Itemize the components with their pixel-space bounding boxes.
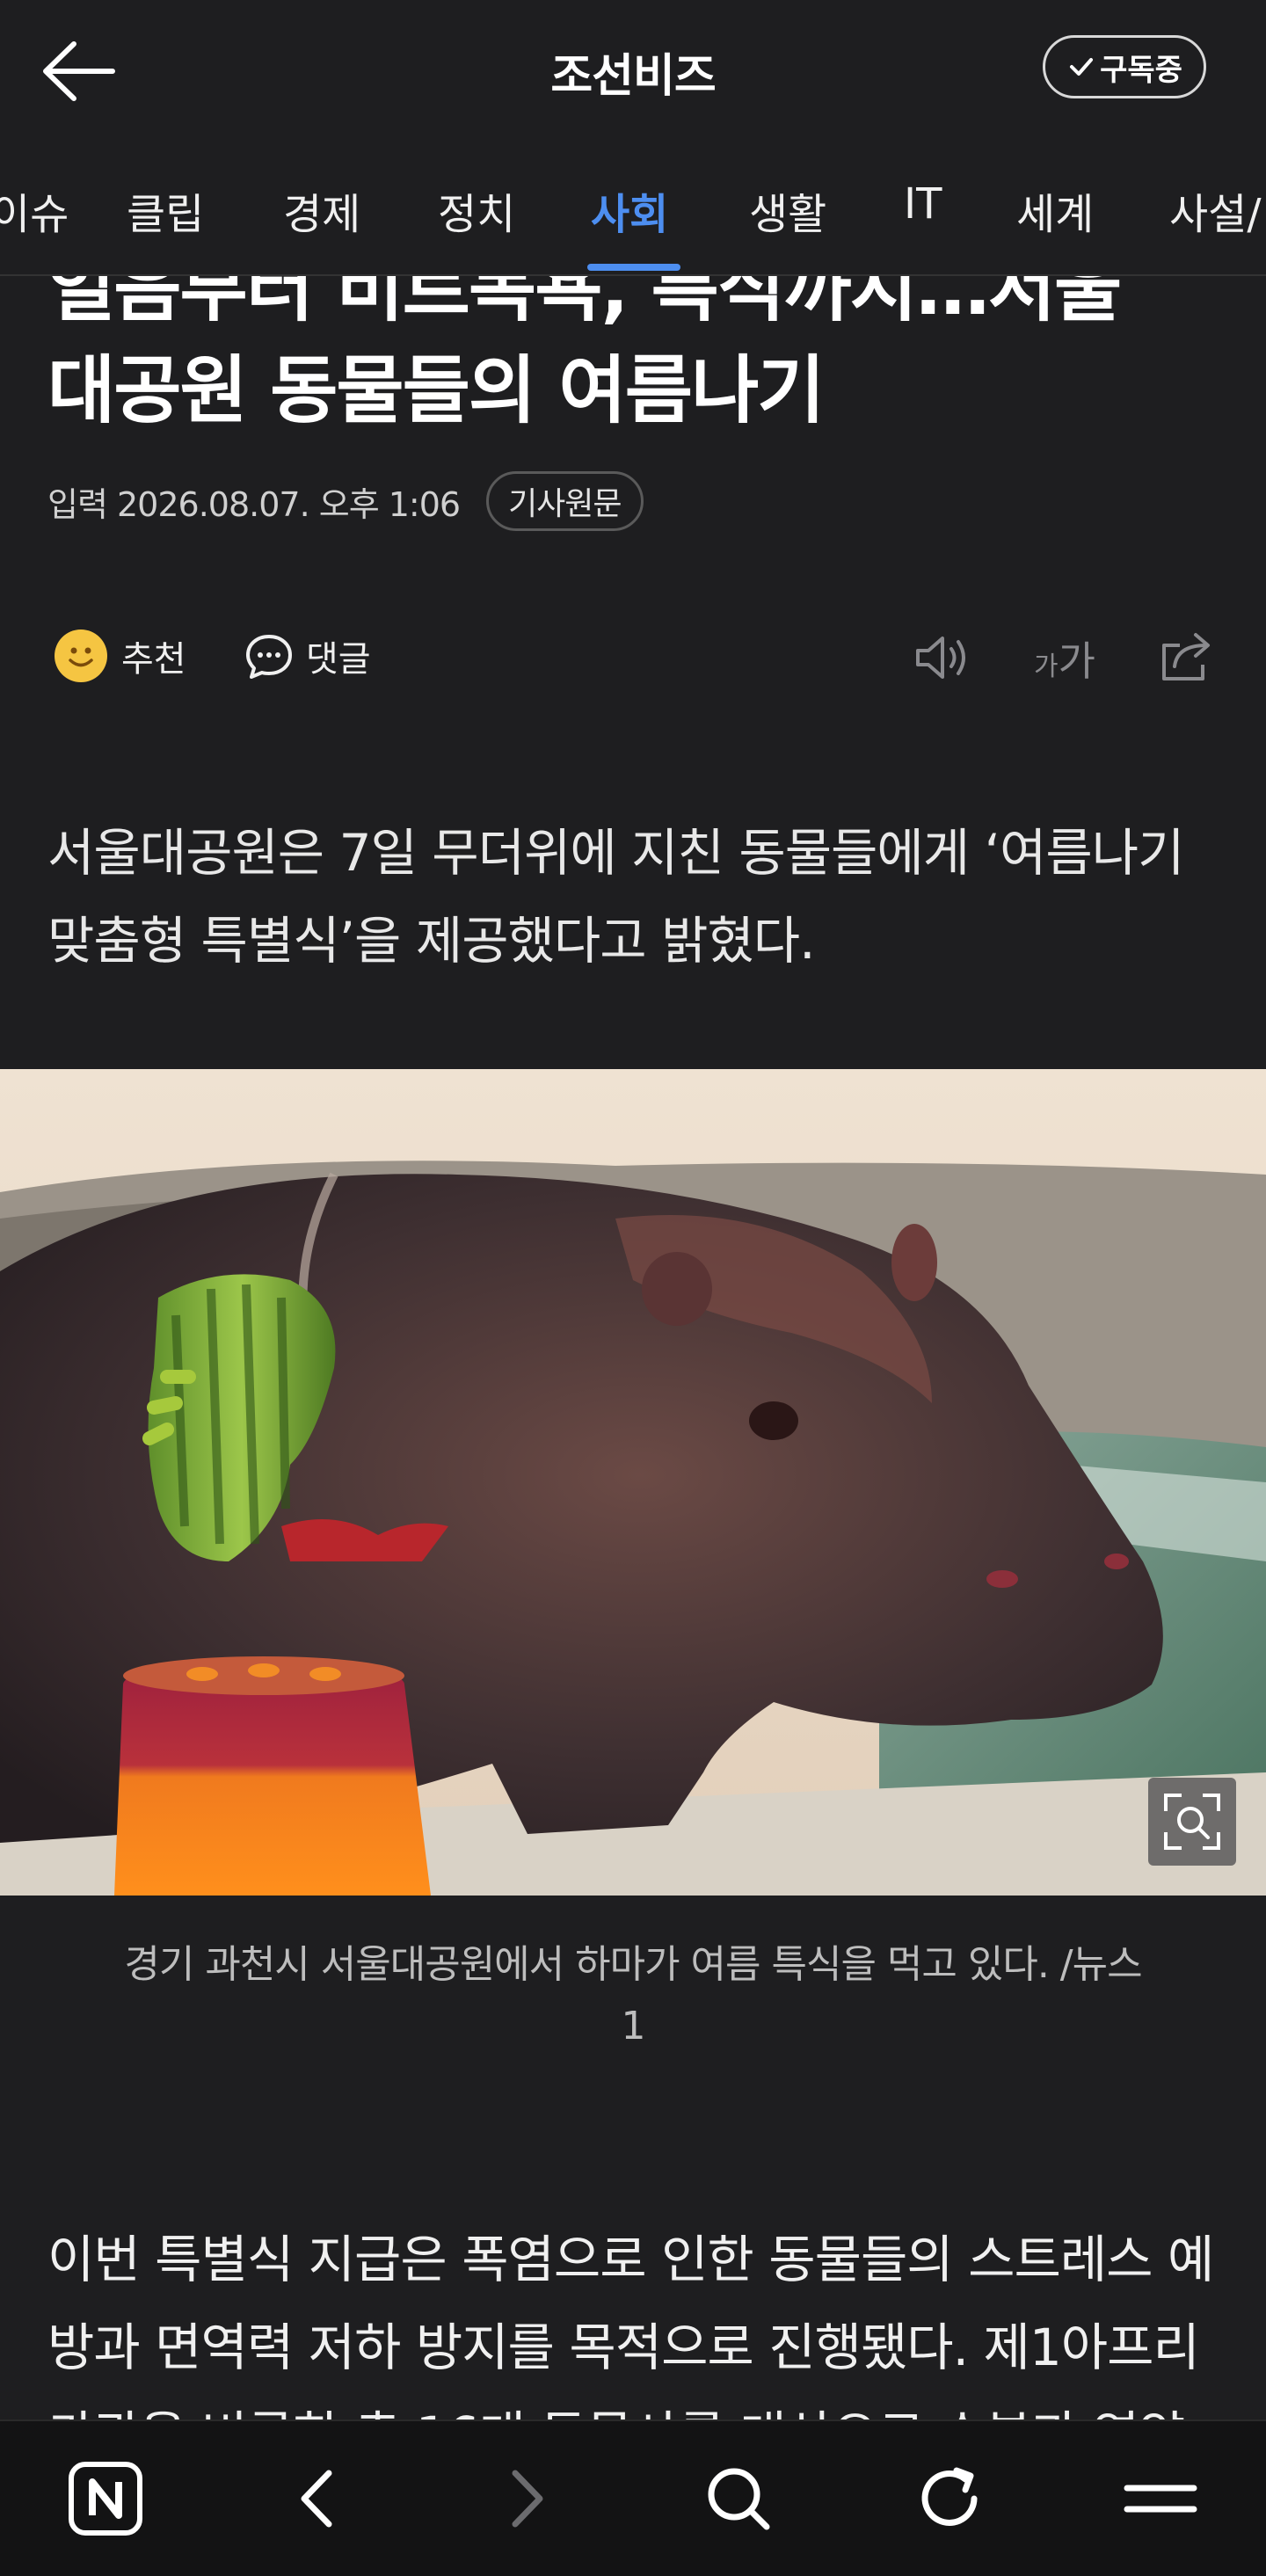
subscribe-label: 구독중	[1100, 52, 1182, 88]
article-photo[interactable]	[0, 1069, 1266, 1896]
lead-line-1: 서울대공원은 7일 무더위에 지친 동물들에게 ‘여름나기	[47, 823, 1184, 883]
body-line-2: 방과 면역력 저하 방지를 목적으로 진행됐다. 제1아프리	[47, 2318, 1200, 2377]
caption-line-1: 경기 과천시 서울대공원에서 하마가 여름 특식을 먹고 있다. /뉴스	[124, 1942, 1142, 1987]
font-size-button[interactable]: 가 가	[1034, 629, 1095, 688]
menu-button[interactable]	[1099, 2421, 1222, 2576]
published-date: 입력 2026.08.07. 오후 1:06	[47, 484, 461, 524]
zoom-icon	[1164, 1794, 1220, 1850]
nav-back-button[interactable]	[255, 2421, 378, 2576]
zoom-button[interactable]	[1148, 1778, 1236, 1866]
recommend-label: 추천	[121, 639, 186, 680]
font-size-large-label: 가	[1058, 637, 1095, 685]
category-tabs: 이슈 클립 경제 정치 사회 생활 IT 세계 사설/	[0, 141, 1266, 276]
bottom-nav	[0, 2420, 1266, 2576]
search-button[interactable]	[677, 2421, 800, 2576]
smile-icon	[55, 629, 107, 682]
share-button[interactable]	[1155, 629, 1215, 686]
naver-n-icon	[69, 2462, 142, 2536]
tab-life[interactable]: 생활	[749, 179, 826, 241]
tab-editorial[interactable]: 사설/	[1169, 179, 1262, 241]
tab-issue[interactable]: 이슈	[0, 179, 69, 241]
article-meta: 입력 2026.08.07. 오후 1:06 기사원문	[47, 471, 644, 531]
tab-economy[interactable]: 경제	[283, 179, 360, 241]
original-article-button[interactable]: 기사원문	[486, 471, 644, 531]
hippo-photo	[0, 1069, 1266, 1896]
tab-society[interactable]: 사회	[591, 179, 668, 241]
menu-icon	[1124, 2485, 1197, 2513]
comment-label: 댓글	[306, 639, 371, 680]
photo-caption: 경기 과천시 서울대공원에서 하마가 여름 특식을 먹고 있다. /뉴스 1	[53, 1934, 1213, 2057]
refresh-icon	[921, 2467, 978, 2526]
tab-politics[interactable]: 정치	[438, 179, 515, 241]
check-icon	[1070, 58, 1094, 76]
tab-world[interactable]: 세계	[1016, 179, 1094, 241]
body-line-1: 이번 특별식 지급은 폭염으로 인한 동물들의 스트레스 예	[47, 2230, 1214, 2289]
naver-home-button[interactable]	[44, 2421, 167, 2576]
caption-line-2: 1	[621, 2004, 646, 2048]
comment-icon	[246, 635, 292, 679]
article-actions: 추천 댓글 가 가	[0, 624, 1266, 695]
headline-line-2: 대공원 동물들의 여름나기	[47, 347, 826, 433]
subscribe-button[interactable]: 구독중	[1043, 35, 1206, 98]
lead-line-2: 맞춤형 특별식’을 제공했다고 밝혔다.	[47, 911, 816, 971]
listen-button[interactable]	[911, 629, 974, 686]
recommend-button[interactable]: 추천	[55, 629, 186, 682]
lead-paragraph: 서울대공원은 7일 무더위에 지친 동물들에게 ‘여름나기 맞춤형 특별식’을 …	[47, 809, 1226, 985]
chevron-right-icon	[512, 2470, 543, 2528]
top-bar: 조선비즈 구독중	[0, 0, 1266, 141]
nav-forward-button[interactable]	[466, 2421, 589, 2576]
speaker-icon	[916, 637, 965, 679]
share-icon	[1162, 633, 1210, 680]
tab-it[interactable]: IT	[904, 179, 942, 229]
font-size-small-label: 가	[1034, 651, 1059, 682]
chevron-left-icon	[301, 2470, 332, 2528]
tab-clip[interactable]: 클립	[127, 179, 204, 241]
refresh-button[interactable]	[888, 2421, 1011, 2576]
comment-button[interactable]: 댓글	[243, 629, 371, 682]
active-tab-indicator	[587, 264, 680, 271]
search-icon	[708, 2468, 770, 2530]
